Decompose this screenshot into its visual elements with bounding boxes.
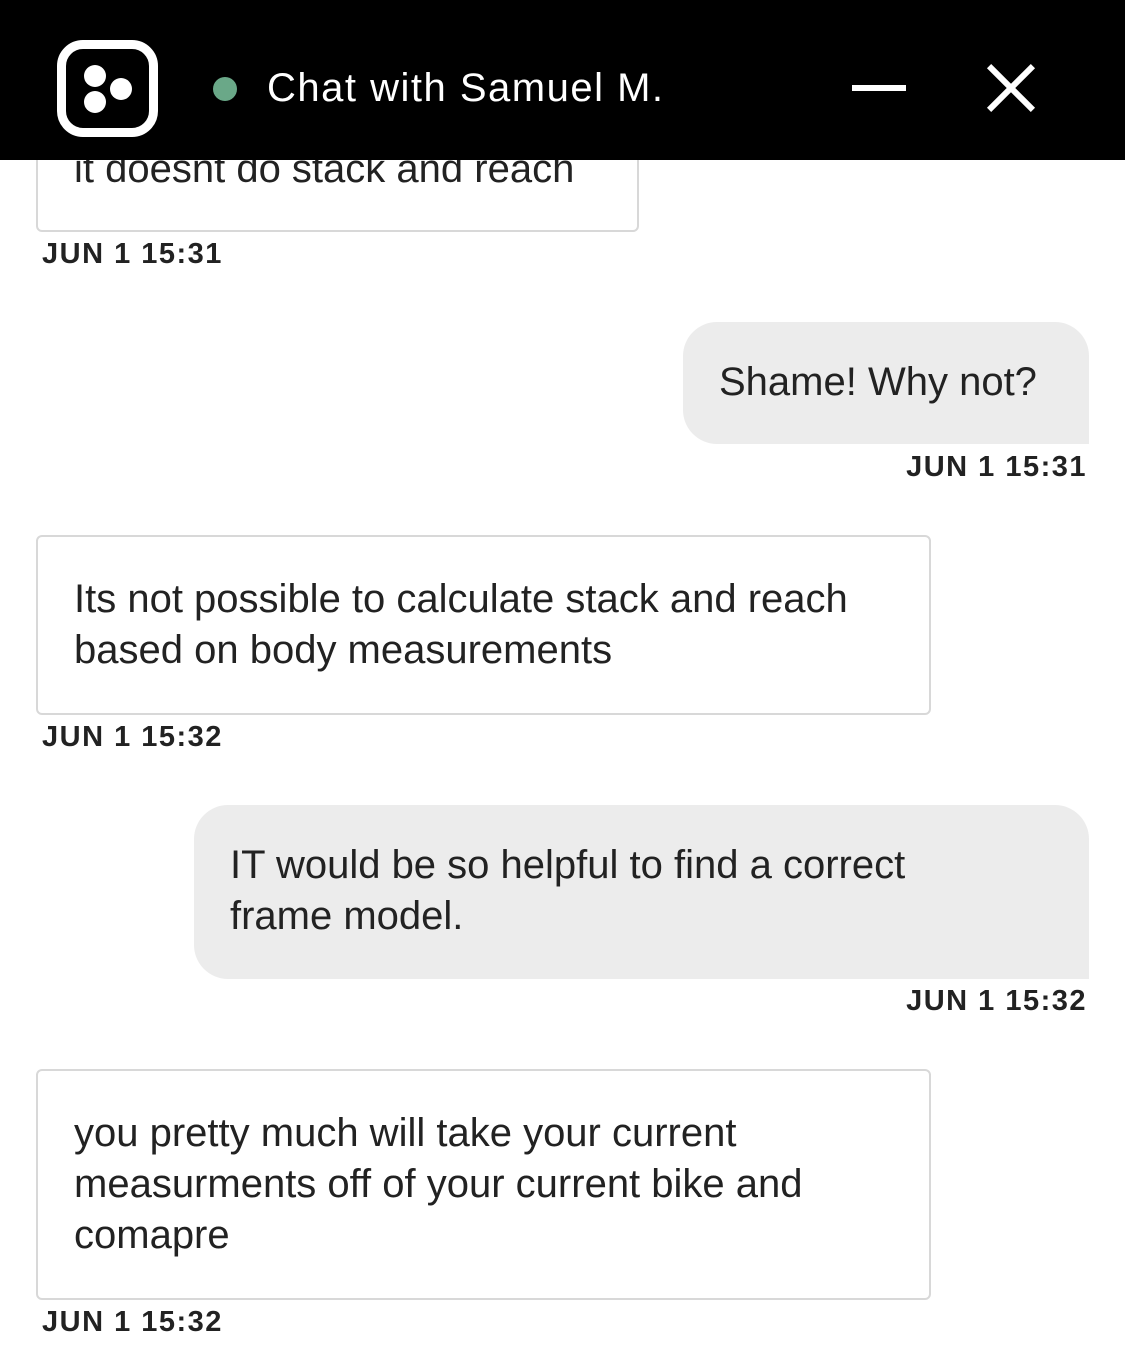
- message-timestamp: JUN 1 15:32: [42, 1306, 223, 1338]
- chat-header: Chat with Samuel M.: [0, 0, 1125, 160]
- minimize-icon: [852, 85, 906, 91]
- message-timestamp: JUN 1 15:32: [42, 721, 223, 753]
- minimize-button[interactable]: [845, 60, 913, 116]
- message-text: you pretty much will take your current m…: [74, 1111, 803, 1257]
- chat-title: Chat with Samuel M.: [267, 66, 665, 110]
- close-button[interactable]: [978, 58, 1044, 120]
- message-timestamp: JUN 1 15:31: [906, 451, 1087, 483]
- logo-dot: [84, 65, 106, 87]
- message-text: IT would be so helpful to find a correct…: [230, 843, 906, 938]
- message-text: Its not possible to calculate stack and …: [74, 577, 848, 672]
- chat-logo-icon: [57, 40, 158, 137]
- online-status-icon: [213, 77, 237, 101]
- message-timestamp: JUN 1 15:31: [42, 238, 223, 270]
- message-text: Shame! Why not?: [719, 360, 1037, 404]
- agent-message: Its not possible to calculate stack and …: [36, 535, 931, 715]
- user-message: Shame! Why not?: [683, 322, 1089, 444]
- logo-dot: [110, 78, 132, 100]
- logo-dot: [84, 91, 106, 113]
- message-timestamp: JUN 1 15:32: [906, 985, 1087, 1017]
- agent-message: you pretty much will take your current m…: [36, 1069, 931, 1300]
- user-message: IT would be so helpful to find a correct…: [194, 805, 1089, 979]
